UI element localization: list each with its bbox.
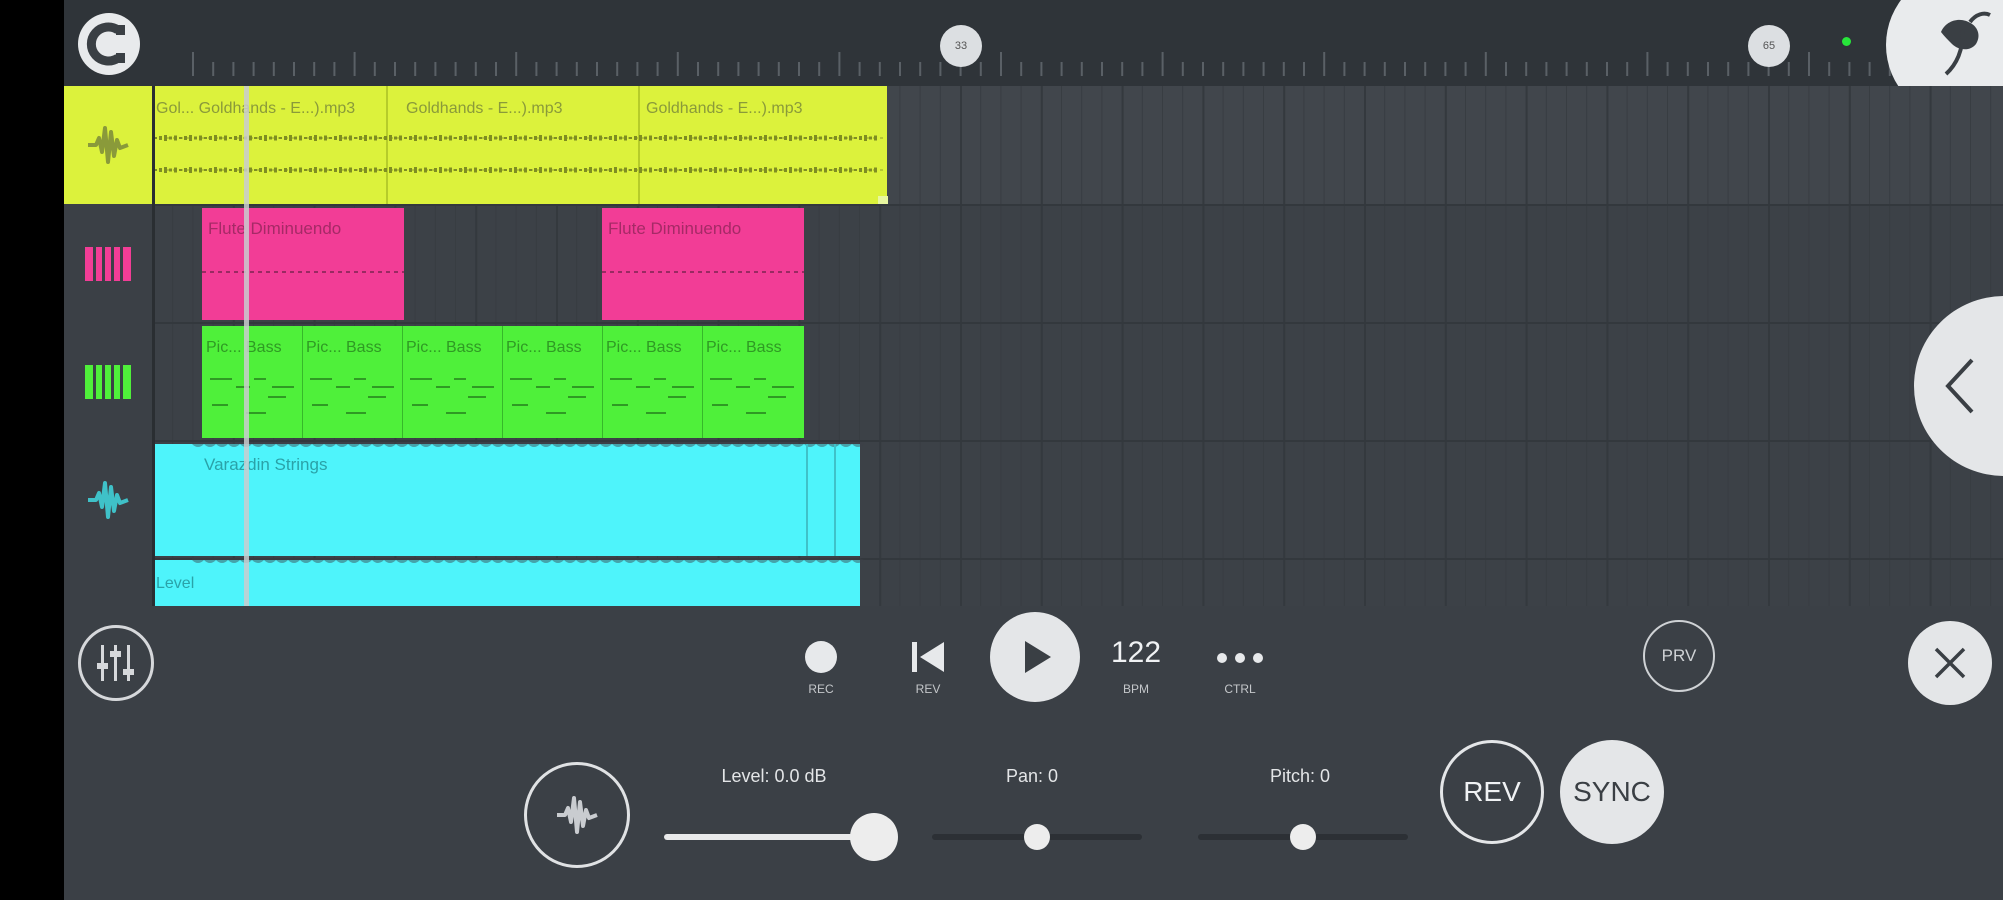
reverse-label: REV [915, 682, 941, 696]
waveform-icon [88, 481, 129, 519]
playlist-grid[interactable]: Gol... Goldhands - E...).mp3 Goldhands -… [152, 86, 2003, 606]
bpm-value[interactable]: 122 [1104, 636, 1168, 670]
piano-icon [85, 365, 131, 399]
close-icon [1934, 647, 1966, 679]
skip-back-icon [912, 642, 944, 672]
slider-knob[interactable] [1290, 824, 1316, 850]
track-header-3[interactable] [64, 324, 152, 440]
controls-label: CTRL [1224, 682, 1256, 696]
clip-label: Pic... Bass [206, 339, 282, 356]
snap-magnet-button[interactable] [78, 13, 140, 75]
clip-label: Pic... Bass [406, 339, 482, 356]
clip-label: Pic... Bass [606, 339, 682, 356]
record-button[interactable] [805, 641, 837, 673]
clip-label: Flute Diminuendo [608, 219, 741, 238]
more-dots-icon [1217, 653, 1263, 663]
clip-label: Level [156, 575, 194, 592]
track-header-2[interactable] [64, 206, 152, 322]
clip-label: Goldhands - E...).mp3 [646, 100, 803, 117]
clip-label: Goldhands - E...).mp3 [406, 100, 563, 117]
track-header-5[interactable] [64, 560, 152, 606]
sample-preview-button[interactable] [524, 762, 630, 868]
mixer-button[interactable] [78, 625, 154, 701]
audio-clip-goldhands[interactable]: Gol... Goldhands - E...).mp3 Goldhands -… [152, 86, 888, 204]
bpm-label: BPM [1122, 682, 1149, 696]
pan-label: Pan: 0 [1005, 766, 1059, 786]
record-label: REC [808, 682, 834, 696]
pitch-slider[interactable] [1198, 822, 1408, 852]
automation-clip-level[interactable]: Level [152, 558, 864, 606]
timeline-ruler[interactable] [184, 50, 1964, 82]
clip-label: Pic... Bass [506, 339, 582, 356]
sync-button[interactable]: SYNC [1560, 740, 1664, 844]
track-header-1[interactable] [64, 86, 152, 204]
timeline-bar[interactable]: 33 65 [64, 0, 2003, 120]
timeline-marker[interactable]: 65 [1748, 25, 1790, 67]
pitch-label: Pitch: 0 [1269, 766, 1331, 786]
close-button[interactable] [1908, 621, 1992, 705]
track-header-4[interactable] [64, 442, 152, 558]
clip-label: Varazdin Strings [204, 455, 327, 474]
clip-label: Pic... Bass [306, 339, 382, 356]
clip-label: Flute Diminuendo [208, 219, 341, 238]
pattern-clip-bass[interactable]: Pic... Bass Pic... Bass Pic... Bass Pic.… [202, 326, 804, 438]
preview-button[interactable]: PRV [1643, 620, 1715, 692]
level-slider[interactable] [664, 813, 898, 861]
clip-label: Gol... Goldhands - E...).mp3 [156, 100, 355, 117]
status-led [1842, 37, 1851, 46]
pan-slider[interactable] [932, 822, 1142, 852]
timeline-marker[interactable]: 33 [940, 25, 982, 67]
play-button[interactable] [990, 612, 1080, 702]
reverse-button[interactable] [906, 637, 950, 677]
clip-label: Pic... Bass [706, 339, 782, 356]
reverse-sample-button[interactable]: REV [1440, 740, 1544, 844]
more-controls-button[interactable] [1212, 648, 1268, 668]
waveform-icon [557, 796, 598, 834]
piano-icon [85, 247, 131, 281]
audio-clip-strings[interactable]: Varazdin Strings [152, 442, 864, 556]
playhead[interactable] [244, 86, 249, 606]
waveform-icon [88, 126, 129, 164]
slider-fill [664, 834, 874, 840]
play-icon [1025, 641, 1051, 673]
chevron-left-icon [1945, 358, 1974, 414]
level-label: Level: 0.0 dB [721, 766, 827, 786]
mixer-icon [97, 645, 134, 681]
magnet-icon [86, 22, 125, 66]
slider-knob[interactable] [850, 813, 898, 861]
slider-knob[interactable] [1024, 824, 1050, 850]
playlist-app: 33 65 Gol... Goldhands - E...).mp3 Goldh… [64, 0, 2003, 900]
